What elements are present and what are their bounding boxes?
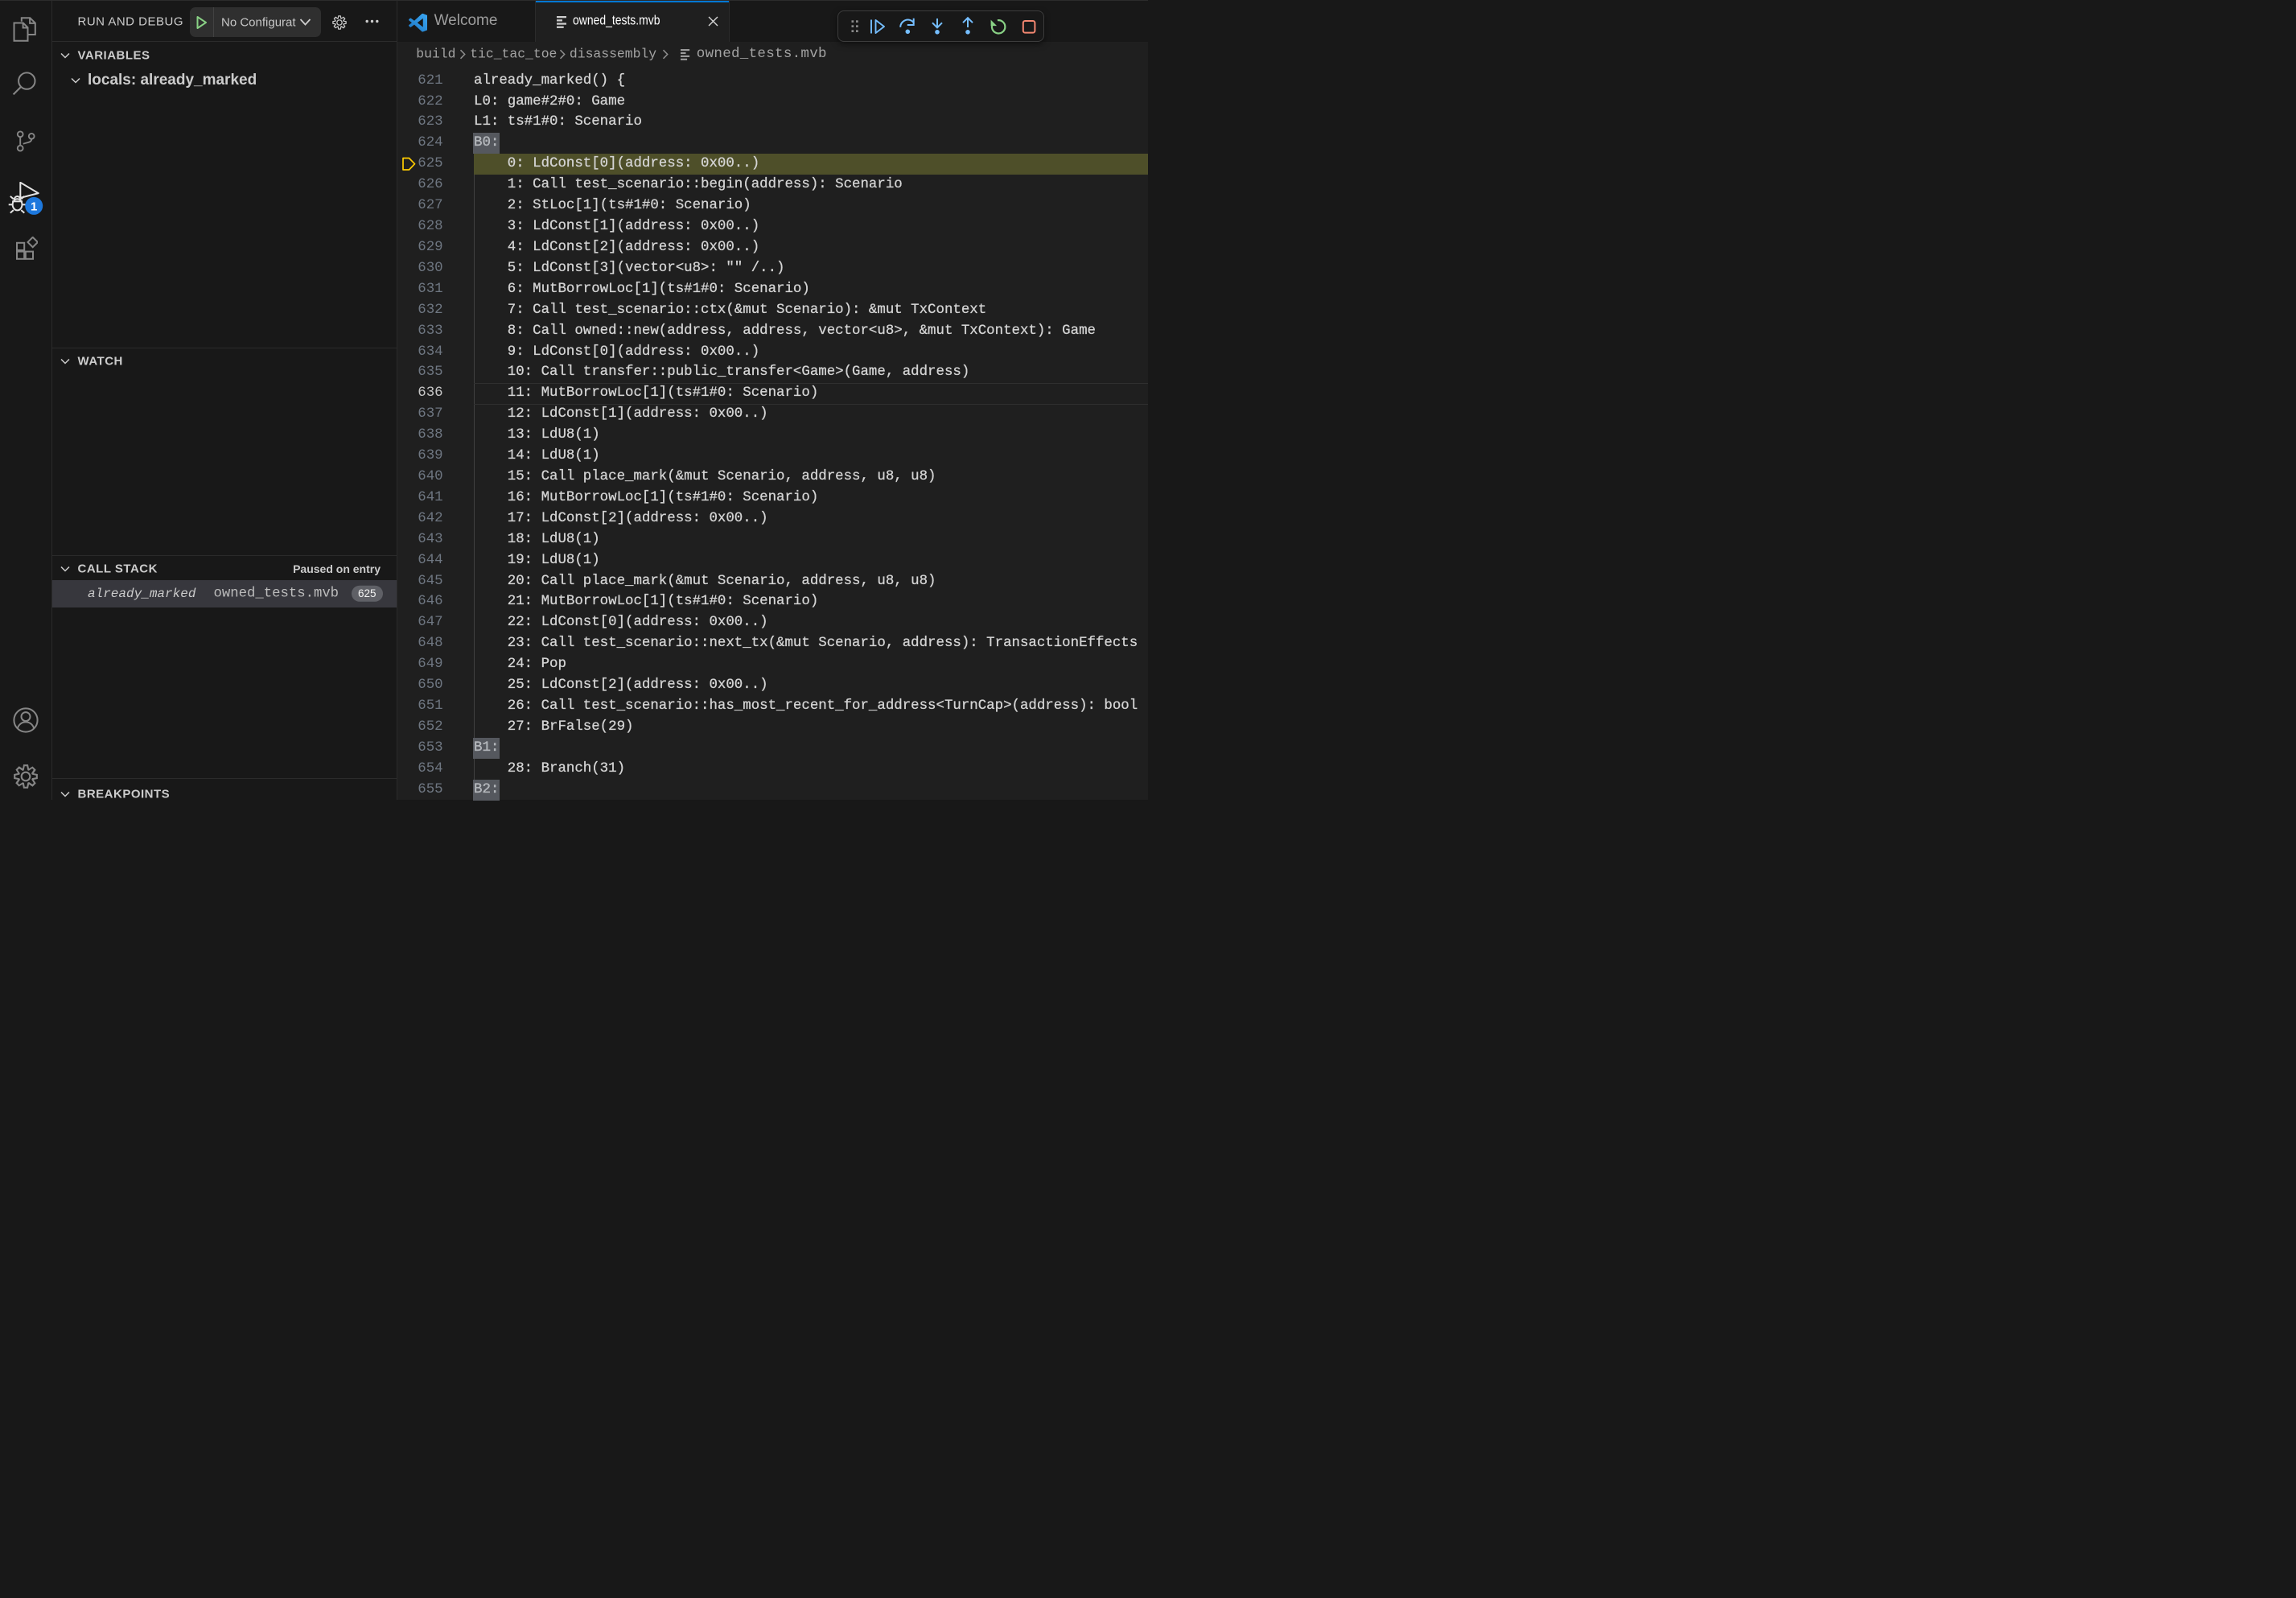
svg-text:1: 1 bbox=[31, 200, 37, 213]
